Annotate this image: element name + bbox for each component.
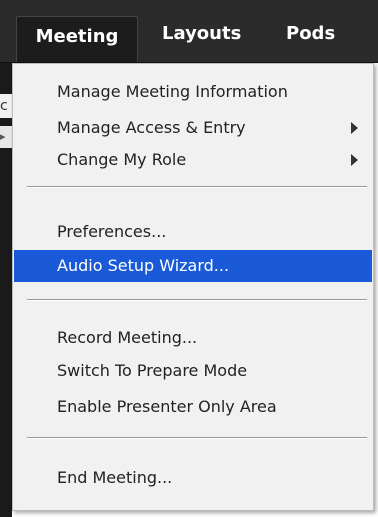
background-text: c (0, 94, 12, 118)
menu-item-label: Record Meeting... (57, 328, 198, 347)
menu-item-manage-meeting-information[interactable]: Manage Meeting Information (14, 76, 372, 108)
menu-item-label: End Meeting... (57, 468, 173, 487)
menu-item-switch-to-prepare-mode[interactable]: Switch To Prepare Mode (14, 355, 372, 387)
menu-meeting[interactable]: Meeting (16, 16, 138, 63)
meeting-dropdown-menu: Manage Meeting Information Manage Access… (12, 63, 374, 511)
menu-bar: Meeting Layouts Pods (0, 0, 378, 63)
menu-item-label: Change My Role (57, 150, 187, 169)
menu-item-label: Preferences... (57, 222, 167, 241)
menu-layouts[interactable]: Layouts (162, 14, 241, 58)
menu-separator (27, 186, 367, 188)
menu-item-end-meeting[interactable]: End Meeting... (14, 462, 372, 494)
menu-separator (27, 299, 367, 301)
menu-item-enable-presenter-only-area[interactable]: Enable Presenter Only Area (14, 391, 372, 423)
menu-item-manage-access-entry[interactable]: Manage Access & Entry (14, 112, 372, 144)
submenu-arrow-icon (351, 122, 358, 134)
submenu-arrow-icon (351, 154, 358, 166)
menu-item-record-meeting[interactable]: Record Meeting... (14, 322, 372, 354)
menu-item-preferences[interactable]: Preferences... (14, 216, 372, 248)
menu-item-label: Manage Access & Entry (57, 118, 246, 137)
menu-item-label: Audio Setup Wizard... (57, 256, 230, 275)
menu-item-audio-setup-wizard[interactable]: Audio Setup Wizard... (14, 250, 372, 282)
menu-item-label: Enable Presenter Only Area (57, 397, 277, 416)
menu-pods[interactable]: Pods (286, 14, 335, 58)
menu-item-label: Switch To Prepare Mode (57, 361, 248, 380)
background-icon: ▸ (0, 126, 12, 148)
menu-separator (27, 437, 367, 439)
menu-item-change-my-role[interactable]: Change My Role (14, 144, 372, 176)
menu-item-label: Manage Meeting Information (57, 82, 288, 101)
